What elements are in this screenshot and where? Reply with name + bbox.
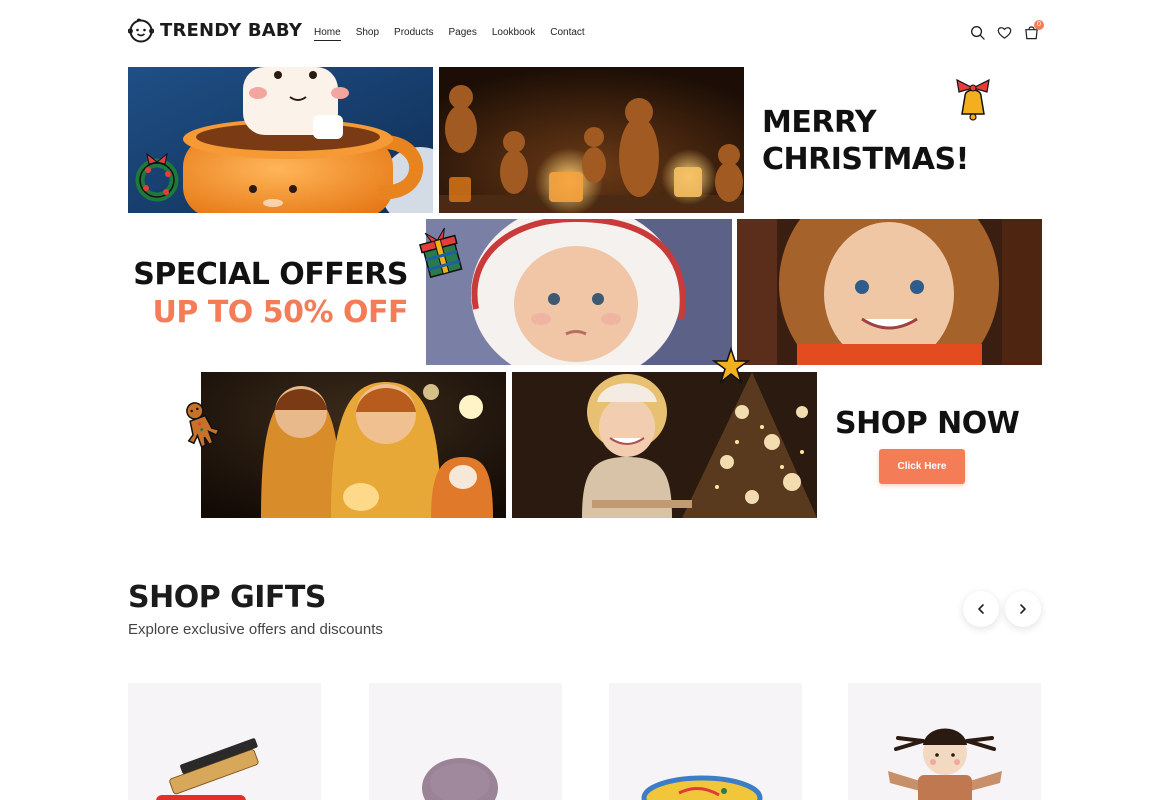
carousel-next-button[interactable]	[1005, 591, 1041, 627]
product-card[interactable]	[369, 683, 562, 800]
hero-image-girl-christmas-tree	[512, 372, 817, 518]
product-image-toy-plate	[641, 775, 763, 800]
merry-line-2: CHRISTMAS!	[762, 142, 969, 177]
merry-christmas-heading: MERRY CHRISTMAS!	[762, 104, 969, 178]
product-image-wooden-toy	[156, 738, 259, 800]
wreath-sticker-icon	[133, 150, 185, 204]
section-subtitle: Explore exclusive offers and discounts	[128, 621, 383, 638]
main-nav: Home Shop Products Pages Lookbook Contac…	[314, 27, 585, 41]
hero-image-smiling-girl	[737, 219, 1042, 365]
nav-item-lookbook[interactable]: Lookbook	[492, 27, 535, 41]
shop-now-heading: SHOP NOW	[835, 406, 1020, 441]
nav-item-products[interactable]: Products	[394, 27, 433, 41]
hero-image-baby-hood	[426, 219, 732, 365]
brand-name: TRENDY BABY	[160, 19, 303, 41]
bell-sticker-icon	[949, 76, 997, 126]
cart-count-badge: 0	[1034, 20, 1044, 30]
product-card[interactable]	[609, 683, 802, 800]
chevron-left-icon	[978, 604, 984, 614]
heart-icon[interactable]	[997, 25, 1012, 40]
brand-logo[interactable]: TRENDY BABY	[128, 17, 302, 43]
gingerbread-sticker-icon	[178, 400, 222, 450]
special-offers-line: SPECIAL OFFERS	[133, 257, 408, 292]
product-image-knit-hat	[422, 758, 498, 800]
shopping-bag-icon[interactable]: 0	[1024, 20, 1044, 40]
product-card[interactable]	[848, 683, 1041, 800]
baby-face-icon	[128, 18, 154, 43]
section-title: SHOP GIFTS	[128, 580, 327, 615]
product-card[interactable]	[128, 683, 321, 800]
carousel-prev-button[interactable]	[963, 591, 999, 627]
nav-item-shop[interactable]: Shop	[356, 27, 379, 41]
hero-image-bear-candles	[439, 67, 744, 213]
chevron-right-icon	[1020, 604, 1026, 614]
merry-line-1: MERRY	[762, 105, 877, 140]
nav-item-pages[interactable]: Pages	[449, 27, 477, 41]
search-icon[interactable]	[970, 25, 985, 40]
product-image-rag-doll	[888, 728, 1002, 800]
discount-line: UP TO 50% OFF	[152, 295, 409, 330]
special-offers-heading: SPECIAL OFFERS UP TO 50% OFF	[130, 256, 408, 332]
nav-item-contact[interactable]: Contact	[550, 27, 584, 41]
header-actions: 0	[970, 20, 1044, 40]
gift-sticker-icon	[415, 226, 465, 279]
star-sticker-icon	[711, 346, 751, 385]
click-here-button[interactable]: Click Here	[879, 449, 965, 484]
hero-image-wooden-dolls	[201, 372, 506, 518]
site-header: TRENDY BABY Home Shop Products Pages Loo…	[0, 0, 1170, 66]
nav-item-home[interactable]: Home	[314, 27, 341, 41]
